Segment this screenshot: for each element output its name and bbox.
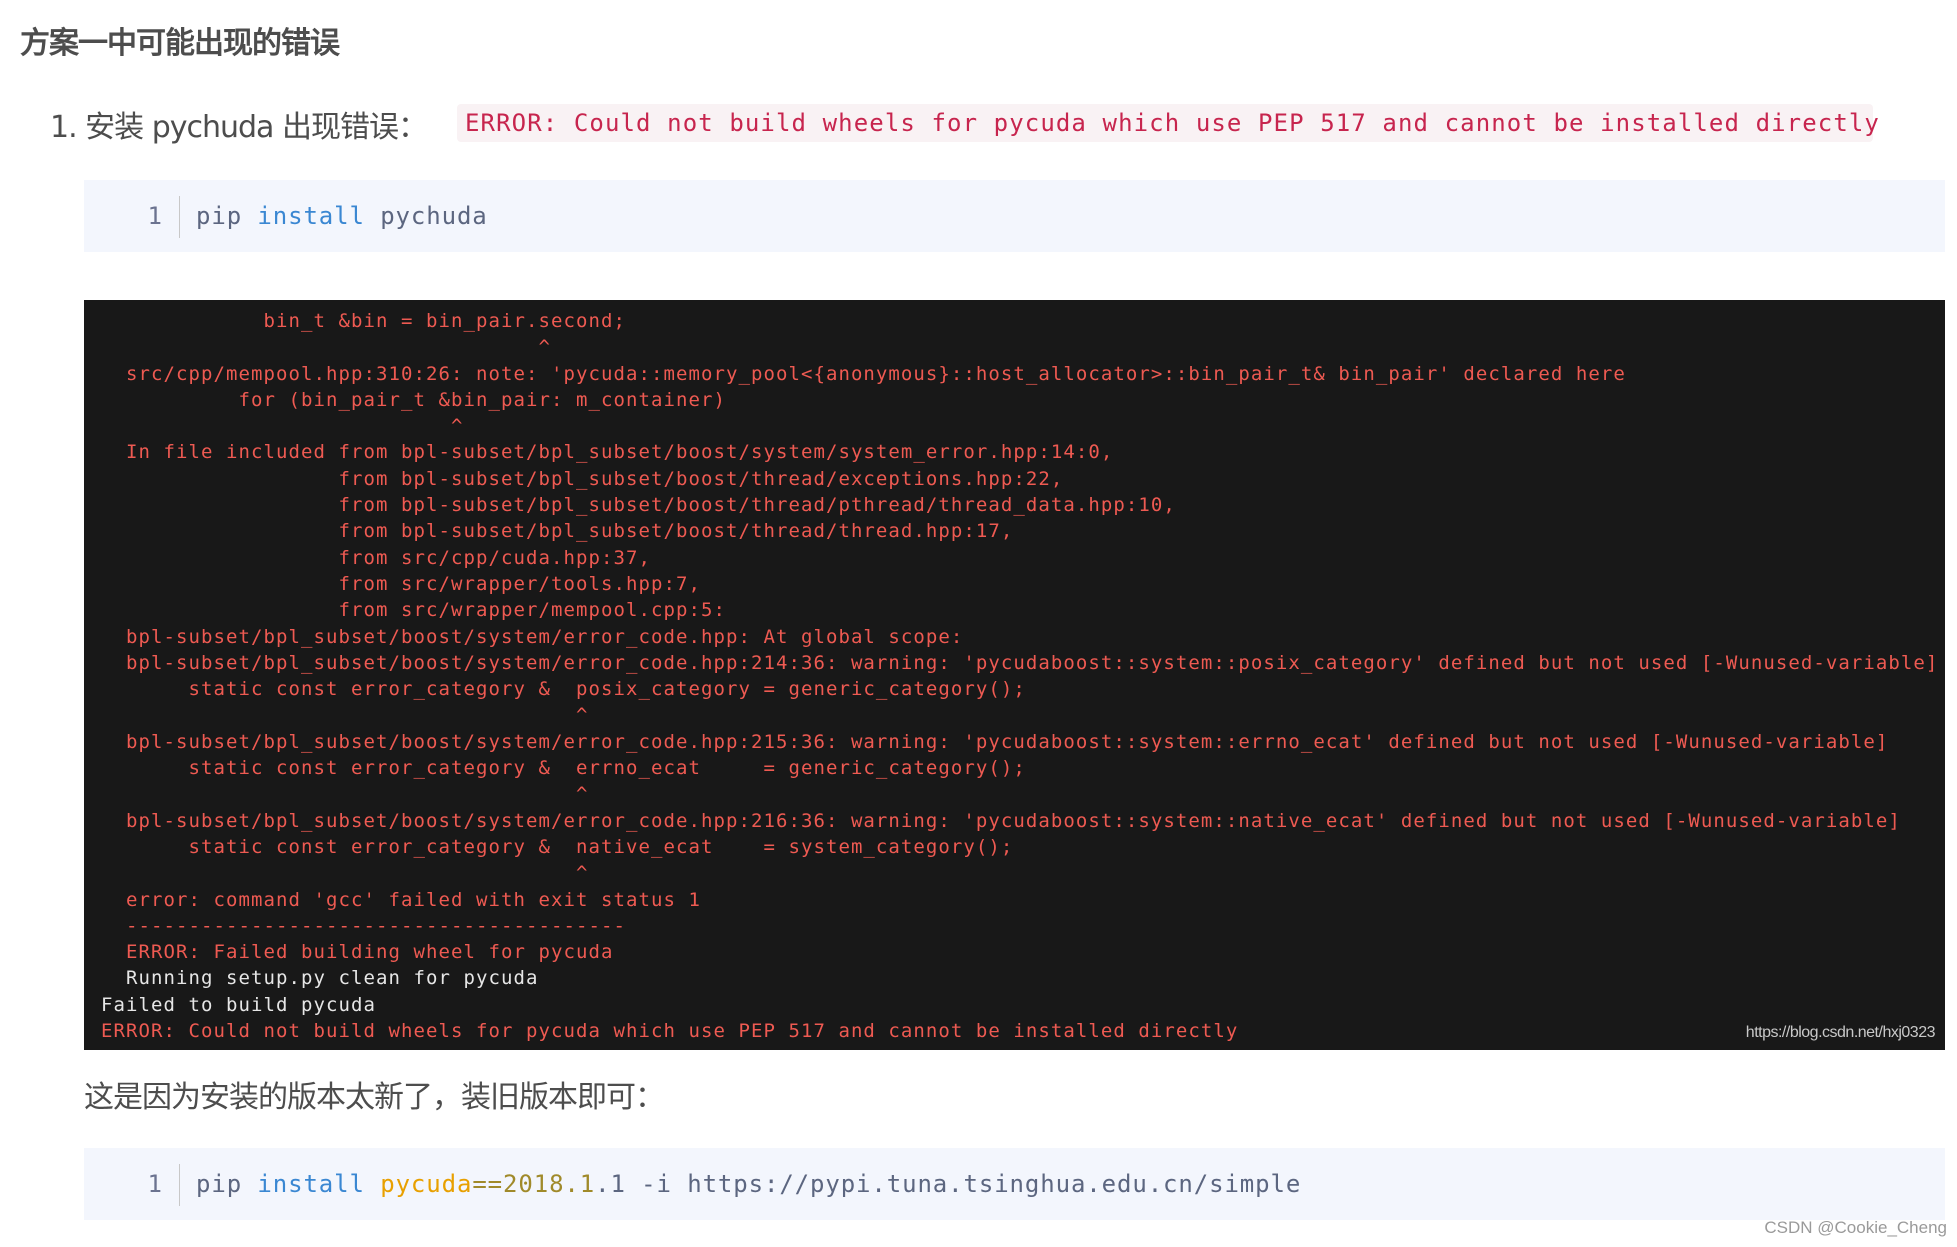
code-block-install-old-version: 1 pip install pycuda==2018.1.1 -i https:… (84, 1148, 1945, 1220)
image-watermark: https://blog.csdn.net/hxj0323 (1745, 1024, 1936, 1041)
code-token-plain: pip (196, 202, 258, 230)
terminal-line: ERROR: Failed building wheel for pycuda (101, 941, 614, 964)
terminal-line: bpl-subset/bpl_subset/boost/system/error… (101, 730, 1889, 753)
code-token-kw: install (257, 1170, 365, 1198)
code-token-plain: .1 -i https://pypi.tuna.tsinghua.edu.cn/… (595, 1170, 1302, 1198)
code-token-kw: install (257, 202, 365, 230)
terminal-line: Running setup.py clean for pycuda (101, 967, 539, 990)
terminal-line: ^ (101, 336, 551, 359)
terminal-line: ^ (101, 415, 464, 438)
terminal-line: static const error_category & native_eca… (101, 835, 1014, 858)
code-line: pip install pychuda (196, 180, 488, 252)
terminal-line: from bpl-subset/bpl_subset/boost/thread/… (101, 467, 1064, 490)
terminal-line: In file included from bpl-subset/bpl_sub… (101, 441, 1114, 464)
terminal-line: from bpl-subset/bpl_subset/boost/thread/… (101, 494, 1176, 517)
terminal-line: from bpl-subset/bpl_subset/boost/thread/… (101, 520, 1014, 543)
terminal-line: for (bin_pair_t &bin_pair: m_container) (101, 388, 726, 411)
terminal-line: bpl-subset/bpl_subset/boost/system/error… (101, 809, 1901, 832)
line-number: 1 (147, 202, 162, 230)
terminal-line: static const error_category & posix_cate… (101, 678, 1026, 701)
line-number-divider (179, 196, 180, 238)
section-heading: 方案一中可能出现的错误 (20, 26, 340, 61)
terminal-output-screenshot: bin_t &bin = bin_pair.second; ^ src/cpp/… (84, 300, 1945, 1050)
terminal-line: from src/wrapper/tools.hpp:7, (101, 572, 701, 595)
terminal-line: bpl-subset/bpl_subset/boost/system/error… (101, 651, 1939, 674)
list-item-label: 1. 安装 pychuda 出现错误： (50, 110, 428, 145)
code-token-pkg: pycuda (380, 1170, 473, 1198)
terminal-lines: bin_t &bin = bin_pair.second; ^ src/cpp/… (101, 308, 1938, 1044)
terminal-line: ---------------------------------------- (101, 914, 626, 937)
line-number: 1 (147, 1170, 162, 1198)
code-block-install: 1 pip install pychuda (84, 180, 1945, 252)
terminal-line: from src/cpp/cuda.hpp:37, (101, 546, 651, 569)
line-number-divider (179, 1164, 180, 1206)
terminal-line: Failed to build pycuda (101, 993, 376, 1016)
terminal-line: bin_t &bin = bin_pair.second; (101, 310, 626, 332)
terminal-line: error: command 'gcc' failed with exit st… (101, 888, 701, 911)
terminal-line: src/cpp/mempool.hpp:310:26: note: 'pycud… (101, 362, 1626, 385)
explanation-paragraph: 这是因为安装的版本太新了，装旧版本即可： (84, 1080, 665, 1115)
page-watermark: CSDN @Cookie_Cheng (1764, 1218, 1947, 1237)
inline-error-code: ERROR: Could not build wheels for pycuda… (457, 104, 1879, 142)
terminal-line: ERROR: Could not build wheels for pycuda… (101, 1020, 1239, 1043)
code-token-plain: pychuda (364, 202, 488, 230)
list-item-install-error: 1. 安装 pychuda 出现错误： (50, 102, 428, 146)
code-token-ver: ==2018.1 (472, 1170, 596, 1198)
terminal-line: ^ (101, 704, 589, 727)
terminal-line: from src/wrapper/mempool.cpp:5: (101, 599, 726, 622)
code-token-plain: pip (196, 1170, 258, 1198)
terminal-line: bpl-subset/bpl_subset/boost/system/error… (101, 625, 964, 648)
code-line: pip install pycuda==2018.1.1 -i https://… (196, 1148, 1301, 1220)
terminal-line: static const error_category & errno_ecat… (101, 757, 1026, 780)
terminal-line: ^ (101, 783, 589, 806)
terminal-line: ^ (101, 862, 589, 885)
